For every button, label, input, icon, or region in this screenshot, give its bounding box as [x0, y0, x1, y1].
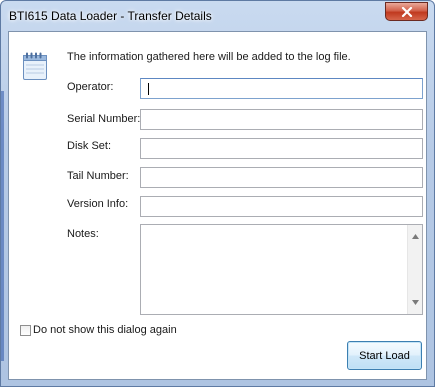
version-info-label: Version Info:	[67, 198, 129, 210]
close-icon	[401, 6, 412, 17]
version-info-field[interactable]	[140, 196, 423, 217]
scroll-down-arrow-icon[interactable]	[412, 300, 419, 305]
title-bar[interactable]: BTI615 Data Loader - Transfer Details	[1, 1, 434, 31]
dont-show-again-checkbox[interactable]	[20, 324, 31, 336]
start-load-button[interactable]: Start Load	[347, 341, 422, 370]
dont-show-again-option[interactable]: Do not show this dialog again	[20, 324, 177, 336]
close-button[interactable]	[385, 2, 428, 21]
dont-show-again-label: Do not show this dialog again	[33, 324, 177, 336]
notes-label: Notes:	[67, 228, 99, 240]
window-edge-stripe	[1, 91, 4, 361]
operator-label: Operator:	[67, 81, 114, 93]
text-cursor	[148, 83, 149, 95]
serial-number-label: Serial Number:	[67, 113, 141, 125]
notes-textarea[interactable]	[140, 224, 423, 315]
disk-set-label: Disk Set:	[67, 140, 112, 152]
info-text: The information gathered here will be ad…	[67, 51, 351, 63]
scroll-up-arrow-icon[interactable]	[412, 234, 419, 239]
disk-set-field[interactable]	[140, 138, 423, 159]
window-title: BTI615 Data Loader - Transfer Details	[9, 9, 212, 23]
serial-number-field[interactable]	[140, 109, 423, 130]
dialog-window: BTI615 Data Loader - Transfer Details Th…	[0, 0, 435, 387]
operator-field[interactable]	[140, 78, 423, 99]
tail-number-label: Tail Number:	[67, 170, 129, 182]
notepad-icon	[23, 52, 47, 80]
notes-scrollbar[interactable]	[407, 225, 422, 314]
tail-number-field[interactable]	[140, 167, 423, 188]
